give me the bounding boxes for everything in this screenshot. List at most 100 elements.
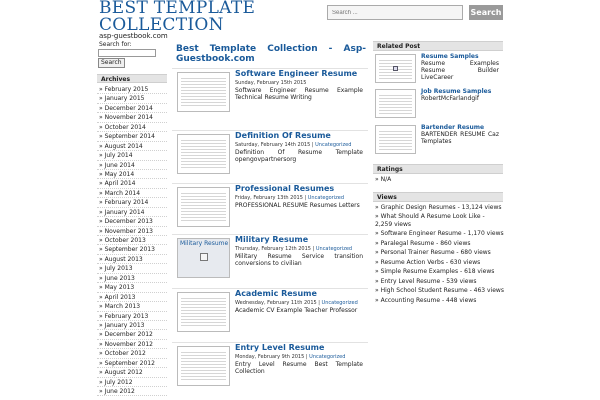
archive-link[interactable]: January 2013: [97, 321, 167, 331]
related-post-thumbnail[interactable]: [375, 125, 416, 154]
resume-document-image: [181, 350, 226, 382]
post-date: Sunday, February 15th 2015: [235, 80, 307, 86]
site-title[interactable]: BEST TEMPLATE COLLECTION: [99, 0, 329, 34]
post-title-link[interactable]: Entry Level Resume: [235, 343, 324, 352]
post-title-link[interactable]: Software Engineer Resume: [235, 69, 357, 78]
related-post-item: Job Resume Samples RobertMcFarlandgif: [373, 88, 503, 122]
most-viewed-link[interactable]: High School Student Resume - 463 views: [373, 286, 504, 295]
sidebar-search-button[interactable]: Search: [98, 58, 125, 68]
archive-link[interactable]: December 2012: [97, 330, 167, 340]
post-meta: Wednesday, February 11th 2015 | Uncatego…: [235, 300, 358, 306]
post-title-link[interactable]: Military Resume: [235, 235, 308, 244]
archive-link[interactable]: January 2015: [97, 94, 167, 104]
related-post-description: Resume Examples Resume Builder LiveCaree…: [421, 60, 499, 81]
post-excerpt: Software Engineer Resume Example Technic…: [235, 87, 363, 101]
related-post-thumbnail[interactable]: [375, 54, 416, 83]
archive-link[interactable]: July 2012: [97, 378, 167, 387]
archive-link[interactable]: August 2014: [97, 142, 167, 152]
sidebar-search-input[interactable]: [98, 49, 156, 57]
archive-link[interactable]: September 2012: [97, 359, 167, 369]
post-title-link[interactable]: Professional Resumes: [235, 184, 334, 193]
archive-link[interactable]: February 2013: [97, 312, 167, 321]
post-category-link[interactable]: Uncategorized: [309, 354, 345, 360]
post-category-link[interactable]: Uncategorized: [308, 195, 344, 201]
post-category-link[interactable]: Uncategorized: [315, 142, 351, 148]
site-subtitle: asp-guestbook.com: [99, 32, 168, 40]
archive-link[interactable]: January 2014: [97, 208, 167, 218]
most-viewed-link[interactable]: Simple Resume Examples - 618 views: [373, 267, 503, 276]
archive-link[interactable]: April 2013: [97, 293, 167, 303]
post-thumbnail[interactable]: [177, 187, 230, 227]
archive-link[interactable]: June 2012: [97, 387, 167, 397]
archive-link[interactable]: November 2013: [97, 227, 167, 236]
resume-document-image: [181, 138, 226, 170]
post-date: Monday, February 9th 2015 |: [235, 354, 308, 360]
archive-link[interactable]: February 2015: [97, 85, 167, 95]
most-viewed-link[interactable]: Resume Action Verbs - 630 views: [373, 258, 503, 267]
header-search-button[interactable]: Search: [469, 5, 503, 20]
archive-link[interactable]: March 2013: [97, 302, 167, 312]
archive-link[interactable]: October 2014: [97, 123, 167, 133]
archive-link[interactable]: December 2013: [97, 217, 167, 227]
post-thumbnail[interactable]: Military Resume: [177, 238, 230, 278]
post-excerpt: PROFESSIONAL RESUME Resumes Letters: [235, 202, 360, 209]
resume-document-image: [379, 129, 412, 150]
post-item: Software Engineer Resume Sunday, February…: [172, 68, 368, 119]
broken-image-icon: [200, 253, 208, 261]
post-date: Saturday, February 14th 2015 |: [235, 142, 314, 148]
resume-document-image: [181, 191, 226, 223]
archive-link[interactable]: March 2014: [97, 189, 167, 199]
post-thumbnail[interactable]: [177, 346, 230, 386]
post-meta: Saturday, February 14th 2015 | Uncategor…: [235, 142, 351, 148]
most-viewed-link[interactable]: Software Engineer Resume - 1,170 views: [373, 229, 504, 238]
related-post-title-link[interactable]: Resume Samples: [421, 53, 479, 60]
post-category-link[interactable]: Uncategorized: [316, 246, 352, 252]
post-title-link[interactable]: Academic Resume: [235, 289, 317, 298]
archive-link[interactable]: November 2014: [97, 113, 167, 123]
archive-link[interactable]: November 2012: [97, 340, 167, 350]
related-post-thumbnail[interactable]: [375, 89, 416, 118]
related-post-title-link[interactable]: Job Resume Samples: [421, 88, 491, 95]
post-thumbnail[interactable]: [177, 72, 230, 112]
archive-link[interactable]: September 2014: [97, 132, 167, 142]
archive-link[interactable]: April 2014: [97, 179, 167, 189]
most-viewed-link[interactable]: Graphic Design Resumes - 13,124 views: [373, 203, 503, 212]
archives-list: February 2015January 2015December 2014No…: [97, 85, 167, 397]
archive-link[interactable]: June 2014: [97, 161, 167, 170]
most-viewed-link[interactable]: Paralegal Resume - 860 views: [373, 239, 503, 248]
post-title-link[interactable]: Definition Of Resume: [235, 131, 331, 140]
post-category-link[interactable]: Uncategorized: [322, 300, 358, 306]
most-viewed-link[interactable]: What Should A Resume Look Like - 2,259 v…: [373, 212, 503, 229]
archive-link[interactable]: August 2013: [97, 255, 167, 265]
related-post-description: BARTENDER RESUME Caz Templates: [421, 131, 499, 145]
archive-link[interactable]: December 2014: [97, 104, 167, 114]
archive-link[interactable]: July 2014: [97, 151, 167, 161]
post-excerpt: Definition Of Resume Template opengovpar…: [235, 149, 363, 163]
archive-link[interactable]: May 2014: [97, 170, 167, 180]
most-viewed-link[interactable]: Entry Level Resume - 539 views: [373, 277, 503, 286]
post-thumbnail[interactable]: [177, 292, 230, 332]
archive-link[interactable]: October 2012: [97, 349, 167, 359]
archive-link[interactable]: October 2013: [97, 236, 167, 246]
post-excerpt: Academic CV Example Teacher Professor: [235, 307, 358, 314]
most-viewed-link[interactable]: Accounting Resume - 448 views: [373, 296, 503, 305]
header-search-input[interactable]: [327, 5, 463, 20]
post-date: Wednesday, February 11th 2015 |: [235, 300, 320, 306]
page-title[interactable]: Best Template Collection - Asp- Guestboo…: [176, 44, 366, 64]
resume-document-image: [181, 76, 226, 108]
related-post-heading: Related Post: [373, 41, 503, 51]
related-post-item: Resume Samples Resume Examples Resume Bui…: [373, 53, 503, 87]
most-viewed-link[interactable]: Personal Trainer Resume - 680 views: [373, 248, 503, 257]
related-post-description: RobertMcFarlandgif: [421, 95, 479, 102]
archive-link[interactable]: September 2013: [97, 245, 167, 255]
related-post-title-link[interactable]: Bartender Resume: [421, 124, 484, 131]
resume-document-image: [379, 93, 412, 114]
archive-link[interactable]: May 2013: [97, 283, 167, 293]
archive-link[interactable]: June 2013: [97, 274, 167, 284]
post-thumbnail[interactable]: [177, 134, 230, 174]
page-title-line2: Guestbook.com: [176, 54, 255, 64]
archive-link[interactable]: July 2013: [97, 264, 167, 274]
resume-document-image: [181, 296, 226, 328]
archive-link[interactable]: February 2014: [97, 198, 167, 208]
archive-link[interactable]: August 2012: [97, 368, 167, 378]
